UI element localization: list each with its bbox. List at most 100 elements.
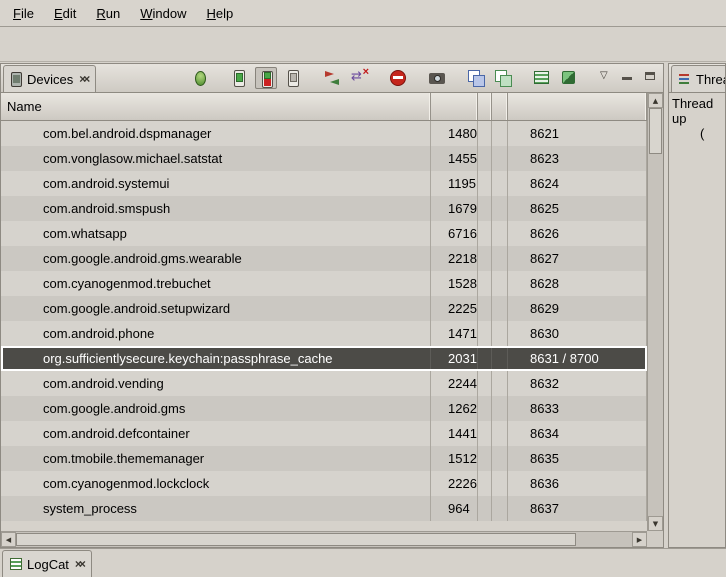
process-pid: 1471 bbox=[431, 321, 478, 346]
spacer-cell bbox=[492, 446, 508, 471]
minimize-icon[interactable] bbox=[618, 67, 636, 89]
process-port: 8636 bbox=[508, 471, 647, 496]
scroll-right-icon[interactable] bbox=[632, 532, 647, 547]
process-name: com.bel.android.dspmanager bbox=[1, 121, 431, 146]
process-port: 8626 bbox=[508, 221, 647, 246]
maximize-icon[interactable] bbox=[641, 67, 659, 89]
process-pid: 1679 bbox=[431, 196, 478, 221]
table-row[interactable]: com.android.smspush16798625 bbox=[1, 196, 647, 221]
process-port: 8634 bbox=[508, 421, 647, 446]
main-area: Devices Name com.bel.android.dspmanager1… bbox=[0, 63, 726, 548]
table-row[interactable]: com.google.android.gms126238633 bbox=[1, 396, 647, 421]
column-header-b bbox=[492, 93, 508, 120]
process-name: com.google.android.setupwizard bbox=[1, 296, 431, 321]
tab-logcat[interactable]: LogCat bbox=[2, 550, 92, 577]
table-row[interactable]: system_process9648637 bbox=[1, 496, 647, 521]
spacer-cell bbox=[492, 471, 508, 496]
process-port: 8623 bbox=[508, 146, 647, 171]
tab-devices[interactable]: Devices bbox=[3, 65, 96, 92]
vertical-scroll-thumb[interactable] bbox=[649, 108, 662, 154]
vertical-scrollbar[interactable] bbox=[647, 93, 663, 531]
table-row[interactable]: com.whatsapp67168626 bbox=[1, 221, 647, 246]
spacer-cell bbox=[492, 346, 508, 371]
menu-window[interactable]: Window bbox=[130, 2, 196, 25]
column-header-pid[interactable] bbox=[431, 93, 478, 120]
spacer-cell bbox=[492, 171, 508, 196]
spacer-cell bbox=[492, 421, 508, 446]
scroll-up-icon[interactable] bbox=[648, 93, 663, 108]
horizontal-scroll-thumb[interactable] bbox=[16, 533, 576, 546]
threads-message-line2: ( bbox=[672, 126, 722, 141]
menu-bar: FileEditRunWindowHelp bbox=[0, 0, 726, 27]
layout-view-icon[interactable] bbox=[492, 67, 514, 89]
spacer-cell bbox=[492, 196, 508, 221]
table-row[interactable]: com.android.vending224408632 bbox=[1, 371, 647, 396]
table-row[interactable]: com.android.phone14718630 bbox=[1, 321, 647, 346]
method-profiling-icon[interactable] bbox=[348, 67, 370, 89]
process-name: com.android.phone bbox=[1, 321, 431, 346]
horizontal-scrollbar[interactable] bbox=[1, 531, 647, 547]
table-row[interactable]: com.cyanogenmod.trebuchet15288628 bbox=[1, 271, 647, 296]
process-port: 8632 bbox=[508, 371, 647, 396]
menu-edit[interactable]: Edit bbox=[44, 2, 86, 25]
process-pid: 22250 bbox=[431, 296, 478, 321]
systrace-icon[interactable] bbox=[531, 67, 553, 89]
spacer-cell bbox=[478, 371, 492, 396]
devices-tabbar: Devices bbox=[1, 64, 663, 93]
spacer-cell bbox=[492, 246, 508, 271]
process-port: 8627 bbox=[508, 246, 647, 271]
spacer-cell bbox=[478, 346, 492, 371]
scrollbar-corner bbox=[647, 531, 663, 547]
process-name: system_process bbox=[1, 496, 431, 521]
column-header-name[interactable]: Name bbox=[1, 93, 431, 120]
table-row[interactable]: com.android.systemui11958624 bbox=[1, 171, 647, 196]
process-port: 8624 bbox=[508, 171, 647, 196]
spacer-cell bbox=[492, 321, 508, 346]
table-row[interactable]: com.google.android.setupwizard222508629 bbox=[1, 296, 647, 321]
tab-threads[interactable]: Threads bbox=[671, 65, 726, 92]
process-name: com.google.android.gms.wearable bbox=[1, 246, 431, 271]
menu-file[interactable]: File bbox=[3, 2, 44, 25]
cause-gc-icon[interactable] bbox=[282, 67, 304, 89]
table-row[interactable]: com.vonglasow.michael.satstat145538623 bbox=[1, 146, 647, 171]
spacer-cell bbox=[492, 296, 508, 321]
opengl-trace-icon[interactable] bbox=[558, 67, 580, 89]
menu-run[interactable]: Run bbox=[86, 2, 130, 25]
process-name: com.android.systemui bbox=[1, 171, 431, 196]
table-row[interactable]: org.sufficientlysecure.keychain:passphra… bbox=[1, 346, 647, 371]
close-icon[interactable] bbox=[78, 73, 88, 85]
table-row[interactable]: com.google.android.gms.wearable221858627 bbox=[1, 246, 647, 271]
process-pid: 6716 bbox=[431, 221, 478, 246]
table-row[interactable]: com.tmobile.thememanager15128635 bbox=[1, 446, 647, 471]
spacer-cell bbox=[478, 296, 492, 321]
scroll-down-icon[interactable] bbox=[648, 516, 663, 531]
threads-icon bbox=[679, 73, 691, 85]
process-pid: 22265 bbox=[431, 471, 478, 496]
view-hierarchy-icon[interactable] bbox=[465, 67, 487, 89]
process-name: com.cyanogenmod.trebuchet bbox=[1, 271, 431, 296]
process-name: com.cyanogenmod.lockclock bbox=[1, 471, 431, 496]
spacer-cell bbox=[478, 271, 492, 296]
menu-help[interactable]: Help bbox=[196, 2, 243, 25]
table-row[interactable]: com.cyanogenmod.lockclock22265 8636 bbox=[1, 471, 647, 496]
process-pid: 1480 bbox=[431, 121, 478, 146]
column-header-a bbox=[478, 93, 492, 120]
spacer-cell bbox=[478, 221, 492, 246]
process-pid: 1512 bbox=[431, 446, 478, 471]
process-port: 8637 bbox=[508, 496, 647, 521]
table-row[interactable]: com.android.defcontainer144118634 bbox=[1, 421, 647, 446]
view-menu-icon[interactable] bbox=[597, 67, 613, 89]
update-heap-icon[interactable] bbox=[228, 67, 250, 89]
spacer-cell bbox=[478, 421, 492, 446]
update-threads-icon[interactable] bbox=[321, 67, 343, 89]
bottom-tab-bar: LogCat bbox=[0, 548, 726, 577]
column-header-port[interactable] bbox=[508, 93, 647, 120]
process-pid: 12623 bbox=[431, 396, 478, 421]
close-icon[interactable] bbox=[74, 558, 84, 570]
scroll-left-icon[interactable] bbox=[1, 532, 16, 547]
screen-capture-icon[interactable] bbox=[426, 67, 448, 89]
debug-process-icon[interactable] bbox=[189, 67, 211, 89]
stop-process-icon[interactable] bbox=[387, 67, 409, 89]
table-row[interactable]: com.bel.android.dspmanager14808621 bbox=[1, 121, 647, 146]
dump-hprof-icon[interactable] bbox=[255, 67, 277, 89]
